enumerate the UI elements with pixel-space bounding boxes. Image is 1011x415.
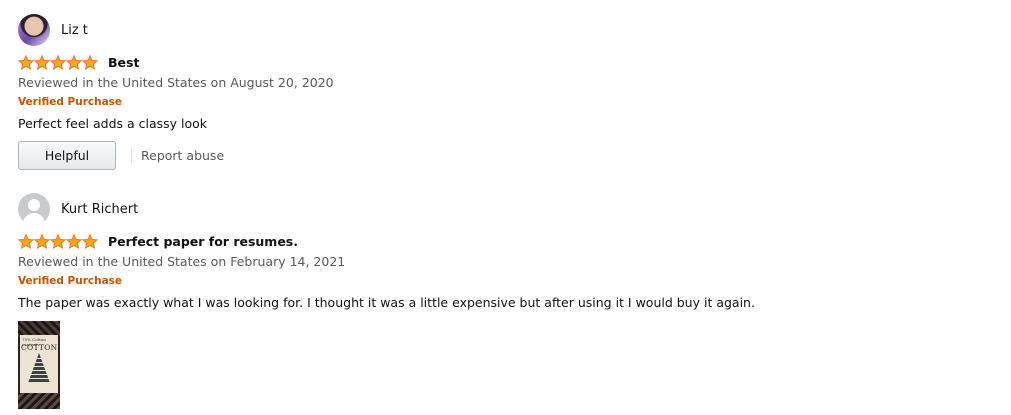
helpful-button[interactable]: Helpful [18,141,116,170]
review-title-row: Best [18,53,334,71]
image-graphic-stripes [28,355,50,383]
star-icon [50,54,66,70]
avatar-body-shape [23,213,45,225]
review-body: Perfect feel adds a classy look [18,116,208,131]
review-date: Reviewed in the United States on August … [18,75,334,90]
reviewer-avatar[interactable] [18,14,50,46]
report-abuse-link[interactable]: Report abuse [141,148,224,163]
star-icon [34,54,50,70]
star-icon [66,233,82,249]
avatar-head-shape [28,199,40,211]
star-rating[interactable] [18,233,98,249]
reviewer-profile[interactable]: Liz t [18,14,334,46]
review-card: Liz t Best Reviewed in the United States… [18,14,334,170]
review-title[interactable]: Perfect paper for resumes. [108,234,298,249]
reviewer-profile[interactable]: Kurt Richert [18,193,755,225]
review-actions: Helpful Report abuse [18,141,334,170]
image-pattern [18,393,60,409]
star-icon [18,54,34,70]
default-avatar-icon[interactable] [18,193,50,225]
star-icon [50,233,66,249]
review-title[interactable]: Best [108,55,139,70]
star-icon [82,233,98,249]
review-date: Reviewed in the United States on Februar… [18,254,346,269]
review-image-thumbnail[interactable]: 75% Cotton content COTTON [18,321,60,409]
review-title-row: Perfect paper for resumes. [18,232,755,250]
star-icon [34,233,50,249]
star-icon [66,54,82,70]
review-card: Kurt Richert Perfect paper for resumes. … [18,193,755,409]
review-body: The paper was exactly what I was looking… [18,295,755,310]
reviewer-name[interactable]: Kurt Richert [61,202,138,217]
star-icon [82,54,98,70]
divider [131,148,132,163]
star-rating[interactable] [18,54,98,70]
star-icon [18,233,34,249]
verified-purchase-badge[interactable]: Verified Purchase [18,94,334,110]
image-text: COTTON [21,343,58,352]
verified-purchase-badge[interactable]: Verified Purchase [18,273,755,289]
reviewer-name[interactable]: Liz t [61,23,88,38]
